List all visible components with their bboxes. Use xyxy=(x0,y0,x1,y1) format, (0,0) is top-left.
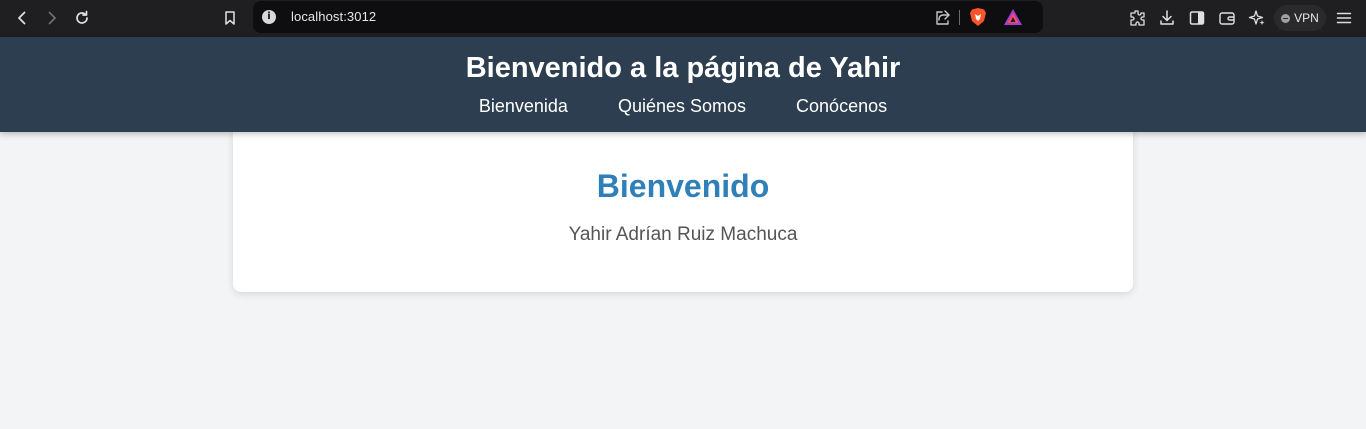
wallet-icon[interactable] xyxy=(1218,9,1236,27)
author-name: Yahir Adrían Ruiz Machuca xyxy=(568,224,798,245)
leo-ai-icon[interactable] xyxy=(1248,9,1266,27)
share-icon[interactable] xyxy=(934,9,951,26)
welcome-heading: Bienvenido xyxy=(596,168,770,204)
address-bar[interactable]: i localhost:3012 xyxy=(253,1,1043,33)
divider xyxy=(959,10,960,25)
brave-shields-icon[interactable] xyxy=(969,7,987,27)
sidebar-icon[interactable] xyxy=(1188,9,1206,27)
site-info-icon[interactable]: i xyxy=(262,10,276,24)
site-title: Bienvenido a la página de Yahir xyxy=(465,52,901,84)
brave-rewards-icon[interactable] xyxy=(1003,8,1023,26)
nav-link-bienvenida[interactable]: Bienvenida xyxy=(479,96,568,117)
vpn-label: VPN xyxy=(1294,11,1319,25)
vpn-status-icon xyxy=(1281,13,1291,23)
nav-link-conocenos[interactable]: Conócenos xyxy=(796,96,887,117)
site-nav: Bienvenida Quiénes Somos Conócenos xyxy=(0,96,1366,117)
url-text[interactable]: localhost:3012 xyxy=(291,9,376,24)
reload-icon[interactable] xyxy=(70,6,94,30)
back-icon[interactable] xyxy=(10,6,34,30)
extensions-icon[interactable] xyxy=(1128,9,1146,27)
bookmark-icon[interactable] xyxy=(218,6,242,30)
vpn-button[interactable]: VPN xyxy=(1274,5,1326,31)
downloads-icon[interactable] xyxy=(1158,9,1176,27)
browser-toolbar: i localhost:3012 VPN xyxy=(0,0,1366,37)
menu-icon[interactable] xyxy=(1335,9,1353,27)
welcome-card: Bienvenido Yahir Adrían Ruiz Machuca xyxy=(233,124,1133,292)
forward-icon[interactable] xyxy=(40,6,64,30)
nav-link-quienes-somos[interactable]: Quiénes Somos xyxy=(618,96,746,117)
site-header: Bienvenido a la página de Yahir Bienveni… xyxy=(0,37,1366,132)
